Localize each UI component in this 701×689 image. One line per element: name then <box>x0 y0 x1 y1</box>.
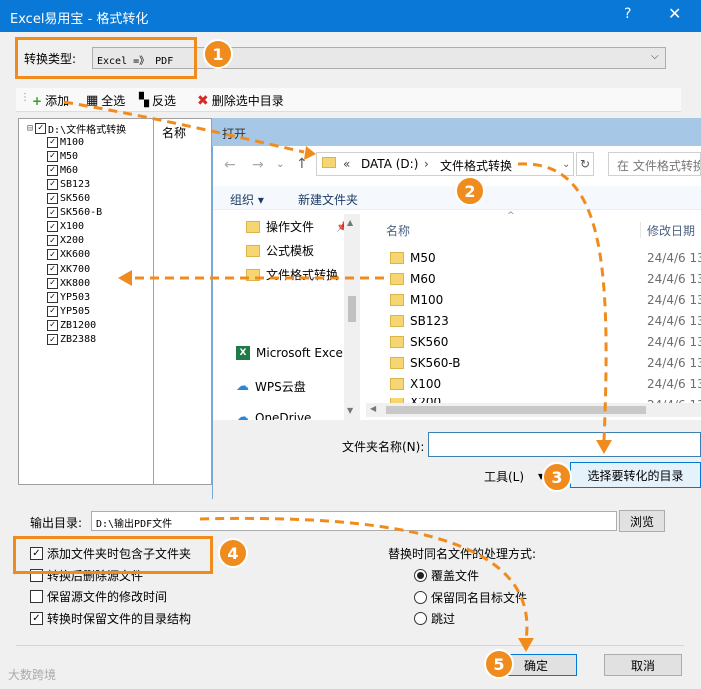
step-badge-2: 2 <box>455 176 485 206</box>
step-badge-3: 3 <box>542 462 572 492</box>
annotation-arrows <box>63 100 612 652</box>
arrow-address-to-select <box>517 162 608 441</box>
arrow-output-to-ok <box>199 516 529 641</box>
step-badge-1: 1 <box>203 39 233 69</box>
arrowhead-2 <box>596 440 612 454</box>
arrow-add-to-address <box>63 100 305 154</box>
step-badge-4: 4 <box>218 538 248 568</box>
step-badge-5: 5 <box>484 649 514 679</box>
arrowhead-1 <box>304 146 316 160</box>
arrowhead-4 <box>518 638 534 652</box>
arrowhead-3 <box>118 270 132 286</box>
